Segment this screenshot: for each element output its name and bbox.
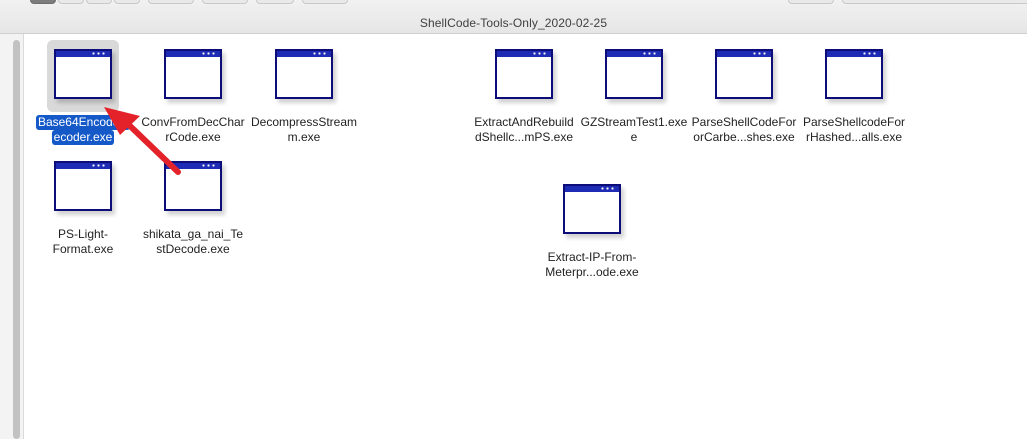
toolbar-view-button-1[interactable] xyxy=(58,0,84,4)
file-label: Base64EncodeD ecoder.exe xyxy=(25,115,141,145)
selected-icon-highlight xyxy=(47,40,119,112)
file-label-line: rHashed...alls.exe xyxy=(805,130,903,144)
file-icon-grid: Base64EncodeD ecoder.exe ConvFromDecChar… xyxy=(25,35,1027,439)
file-label-line: ConvFromDecChar xyxy=(141,115,245,129)
file-label-line: ParseShellCodeFor xyxy=(691,115,797,129)
icon-container xyxy=(157,40,229,112)
icon-container xyxy=(598,40,670,112)
window-title: ShellCode-Tools-Only_2020-02-25 xyxy=(419,16,608,30)
toolbar-share-button[interactable] xyxy=(256,0,294,4)
scrollbar-thumb[interactable] xyxy=(13,40,20,439)
file-label: shikata_ga_nai_Te stDecode.exe xyxy=(135,227,251,257)
file-label: GZStreamTest1.exe e xyxy=(576,115,692,145)
file-label-line: PS-Light- xyxy=(57,227,109,241)
sidebar-edge xyxy=(0,34,24,439)
window-titlebar: ShellCode-Tools-Only_2020-02-25 xyxy=(0,0,1027,34)
icon-container xyxy=(488,40,560,112)
file-label-line: stDecode.exe xyxy=(156,242,230,256)
exe-window-icon xyxy=(715,49,773,99)
file-label: DecompressStream m.exe xyxy=(246,115,362,145)
icon-container xyxy=(818,40,890,112)
exe-window-icon xyxy=(164,49,222,99)
file-label-line: DecompressStream xyxy=(250,115,358,129)
toolbar-action-button[interactable] xyxy=(202,0,248,4)
toolbar-menu-button[interactable] xyxy=(788,0,834,4)
file-label-line: Meterpr...ode.exe xyxy=(545,265,639,279)
toolbar-group-button[interactable] xyxy=(148,0,194,4)
icon-container xyxy=(47,152,119,224)
file-label: ParseShellcodeFor rHashed...alls.exe xyxy=(796,115,912,145)
toolbar-tags-button[interactable] xyxy=(302,0,348,4)
file-label: ParseShellCodeFor orCarbe...shes.exe xyxy=(686,115,802,145)
search-field[interactable] xyxy=(842,0,1027,4)
toolbar-view-button-2[interactable] xyxy=(86,0,112,4)
file-label-line: rCode.exe xyxy=(165,130,221,144)
file-label-line: m.exe xyxy=(287,130,321,144)
file-label: ExtractAndRebuild dShellc...mPS.exe xyxy=(466,115,582,145)
exe-window-icon xyxy=(275,49,333,99)
icon-container xyxy=(157,152,229,224)
file-label-line: ParseShellcodeFor xyxy=(802,115,906,129)
file-label-line: ecoder.exe xyxy=(51,130,115,145)
file-label-line: Base64EncodeD xyxy=(35,115,131,130)
file-label-line: e xyxy=(630,130,638,144)
file-label: Extract-IP-From- Meterpr...ode.exe xyxy=(534,250,650,280)
file-label-line: dShellc...mPS.exe xyxy=(474,130,574,144)
file-label-line: shikata_ga_nai_Te xyxy=(142,227,244,241)
exe-window-icon xyxy=(54,161,112,211)
file-label-line: ExtractAndRebuild xyxy=(474,115,574,129)
file-label-line: orCarbe...shes.exe xyxy=(693,130,795,144)
exe-window-icon xyxy=(825,49,883,99)
toolbar-view-button-3[interactable] xyxy=(114,0,140,4)
icon-container xyxy=(556,175,628,247)
exe-window-icon xyxy=(54,49,112,99)
exe-window-icon xyxy=(164,161,222,211)
exe-window-icon xyxy=(563,184,621,234)
file-label-line: Format.exe xyxy=(52,242,114,256)
toolbar-back-button[interactable] xyxy=(30,0,56,4)
icon-container xyxy=(268,40,340,112)
exe-window-icon xyxy=(605,49,663,99)
file-label: ConvFromDecChar rCode.exe xyxy=(135,115,251,145)
file-label: PS-Light- Format.exe xyxy=(25,227,141,257)
file-label-line: GZStreamTest1.exe xyxy=(580,115,688,129)
exe-window-icon xyxy=(495,49,553,99)
icon-container xyxy=(708,40,780,112)
file-label-line: Extract-IP-From- xyxy=(547,250,637,264)
